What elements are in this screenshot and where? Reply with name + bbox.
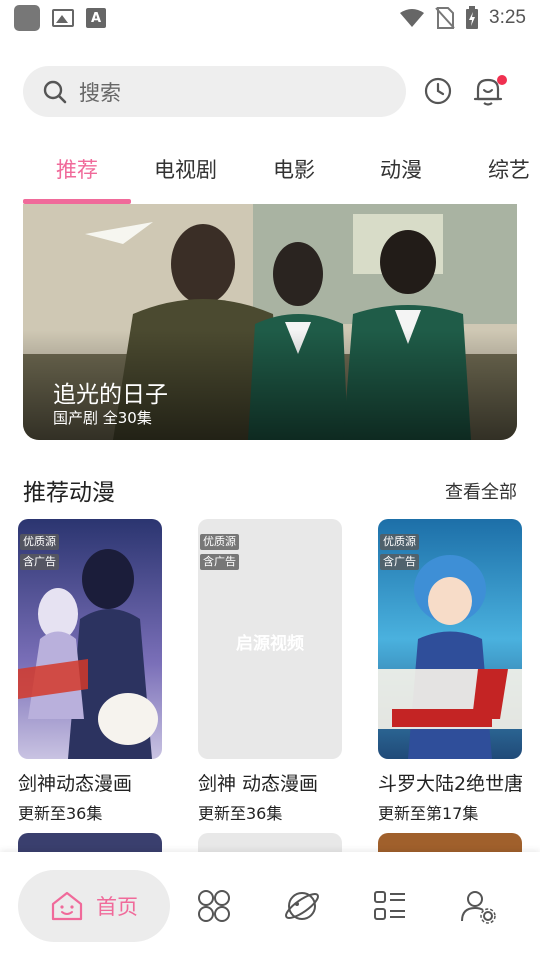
status-bar: A 3:25 (0, 0, 540, 36)
tab-variety[interactable]: 综艺 (488, 154, 530, 184)
card-title: 剑神动态漫画 (18, 773, 133, 795)
card-title: 斗罗大陆2绝世唐门第五季 (378, 773, 522, 795)
list-icon[interactable] (372, 888, 408, 924)
planet-icon[interactable] (284, 888, 320, 924)
card-subtitle: 更新至36集 (198, 804, 283, 823)
card-poster: 优质源 含广告 (378, 519, 522, 759)
status-time: 3:25 (489, 7, 526, 28)
home-icon (51, 891, 83, 921)
featured-banner[interactable]: 追光的日子 国产剧 全30集 (23, 204, 517, 440)
ads-tag: 含广告 (200, 554, 239, 570)
tab-tv-series[interactable]: 电视剧 (154, 154, 217, 184)
battery-charging-icon (466, 6, 479, 29)
notification-badge (497, 75, 507, 85)
anime-card[interactable]: 优质源 含广告 斗罗大陆2绝世唐门第五季 更新至第17集 (378, 519, 522, 824)
category-icon[interactable] (196, 888, 232, 924)
search-placeholder: 搜索 (79, 80, 121, 105)
placeholder-logo-text: 启源视频 (236, 634, 304, 654)
card-poster: 优质源 含广告 (18, 519, 162, 759)
card-subtitle: 更新至第17集 (378, 804, 479, 823)
search-input[interactable]: 搜索 (23, 66, 406, 117)
search-icon (43, 80, 67, 103)
see-all-link[interactable]: 查看全部 (445, 478, 517, 504)
card-title: 剑神 动态漫画 (198, 773, 319, 795)
quality-tag: 优质源 (20, 534, 59, 550)
text-notification-icon: A (86, 8, 106, 28)
no-sim-icon (435, 7, 455, 29)
nav-home[interactable]: 首页 (18, 870, 170, 942)
category-tabs: 推荐 电视剧 电影 动漫 综艺 (0, 140, 540, 204)
nav-home-label: 首页 (96, 895, 138, 919)
card-poster: 优质源 含广告 启源视频 (198, 519, 342, 759)
ads-tag: 含广告 (380, 554, 419, 570)
quality-tag: 优质源 (380, 534, 419, 550)
anime-card[interactable]: 优质源 含广告 剑神动态漫画 更新至36集 (18, 519, 162, 824)
tab-movies[interactable]: 电影 (273, 154, 315, 184)
section-title: 推荐动漫 (23, 480, 115, 506)
image-notification-icon (52, 9, 74, 27)
tab-anime[interactable]: 动漫 (380, 154, 422, 184)
banner-subtitle: 国产剧 全30集 (53, 409, 152, 427)
tab-recommend[interactable]: 推荐 (56, 154, 98, 184)
user-settings-icon[interactable] (460, 888, 496, 924)
history-icon[interactable] (423, 76, 453, 106)
bottom-navigation: 首页 (0, 852, 540, 960)
banner-title: 追光的日子 (53, 382, 168, 408)
app-notification-icon (14, 5, 40, 31)
wifi-icon (400, 9, 425, 27)
quality-tag: 优质源 (200, 534, 239, 550)
ads-tag: 含广告 (20, 554, 59, 570)
anime-card[interactable]: 优质源 含广告 启源视频 剑神 动态漫画 更新至36集 (198, 519, 342, 824)
card-subtitle: 更新至36集 (18, 804, 103, 823)
